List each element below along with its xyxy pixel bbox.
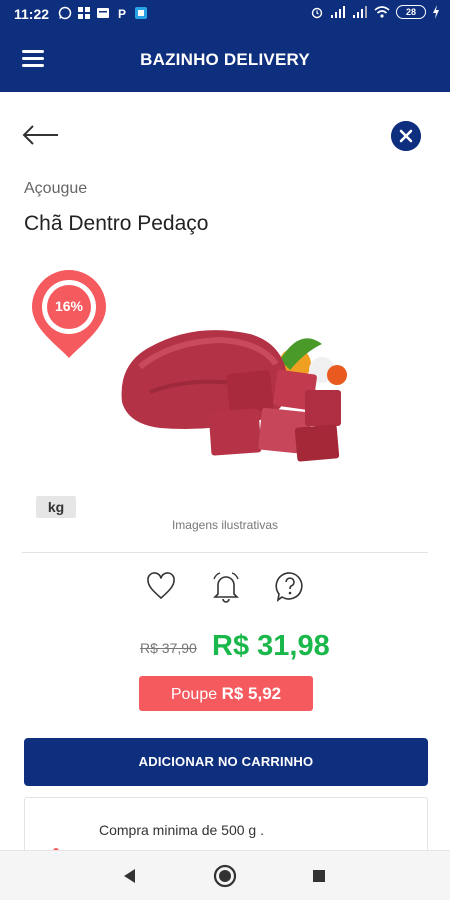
signal-icon: [331, 6, 345, 18]
min-purchase-text: Compra minima de 500 g .: [99, 822, 264, 838]
old-price: R$ 37,90: [140, 640, 197, 656]
product-category: Açougue: [24, 180, 88, 197]
nav-home-icon[interactable]: [212, 863, 238, 889]
app-bar: BAZINHO DELIVERY: [0, 28, 450, 92]
svg-text:P: P: [118, 7, 126, 20]
notification-icons: P: [58, 6, 148, 20]
news-app-icon: [97, 8, 109, 18]
add-to-cart-button[interactable]: ADICIONAR NO CARRINHO: [24, 738, 428, 786]
status-bar: 11:22 P 28: [0, 0, 450, 28]
product-image: [121, 330, 347, 462]
unit-badge: kg: [36, 496, 76, 518]
signal-icon-2: [353, 6, 367, 18]
divider: [22, 552, 428, 553]
product-sheet: Açougue Chã Dentro Pedaço 16% kg Imagens…: [0, 92, 450, 877]
status-time: 11:22: [14, 6, 50, 22]
savings-label: Poupe: [170, 686, 218, 703]
image-caption: Imagens ilustrativas: [171, 518, 279, 532]
app-title: BAZINHO DELIVERY: [140, 50, 310, 69]
wifi-icon: [374, 6, 390, 18]
grid-app-icon: [78, 7, 90, 19]
product-name: Chã Dentro Pedaço: [24, 212, 209, 235]
battery-indicator: 28: [396, 5, 426, 19]
whatsapp-icon: [58, 6, 72, 20]
app-icon: [135, 7, 147, 19]
nav-back-icon[interactable]: [117, 863, 143, 889]
system-icons: 28: [310, 5, 440, 19]
question-icon[interactable]: [274, 570, 306, 604]
discount-percentage: 16%: [54, 298, 84, 314]
charging-icon: [433, 5, 439, 19]
paypal-icon: P: [118, 7, 126, 20]
system-nav-bar: [0, 850, 450, 900]
savings-badge: Poupe R$ 5,92: [139, 676, 313, 711]
close-icon[interactable]: [391, 121, 421, 151]
heart-icon[interactable]: [145, 570, 177, 604]
alarm-icon: [311, 7, 323, 19]
nav-recents-icon[interactable]: [306, 863, 332, 889]
back-arrow-icon[interactable]: [22, 122, 60, 148]
savings-value: R$ 5,92: [221, 684, 282, 703]
bell-icon[interactable]: [210, 570, 242, 604]
current-price: R$ 31,98: [212, 630, 330, 662]
